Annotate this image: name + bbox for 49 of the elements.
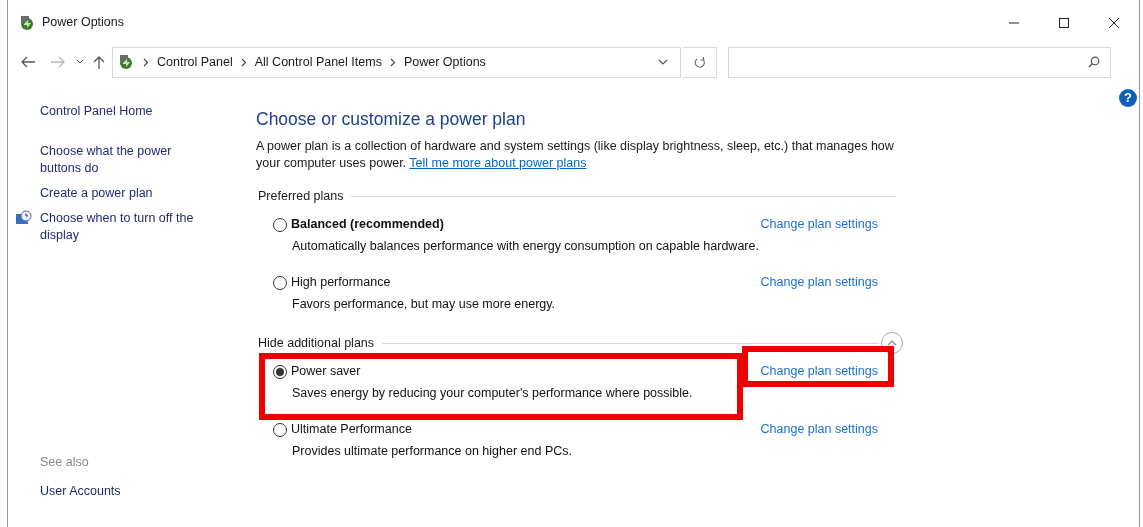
sidebar-link[interactable]: Control Panel Home (40, 103, 198, 120)
section-heading: Preferred plans (257, 187, 345, 205)
plan-name: Ultimate Performance (291, 421, 413, 439)
refresh-icon (693, 55, 706, 69)
plan-name: Power saver (291, 363, 362, 381)
sidebar-link[interactable]: Create a power plan (40, 185, 198, 202)
radio-button[interactable] (273, 275, 287, 290)
radio-button[interactable] (273, 422, 287, 437)
breadcrumb-item[interactable]: Control Panel (157, 52, 233, 72)
chevron-down-icon[interactable] (76, 59, 84, 65)
chevron-up-icon (887, 340, 897, 346)
radio-button[interactable] (273, 364, 287, 379)
maximize-icon[interactable] (1058, 16, 1070, 29)
power-options-icon (18, 13, 36, 32)
chevron-right-icon[interactable] (143, 57, 149, 67)
back-arrow-icon[interactable] (20, 55, 36, 69)
learn-more-link[interactable]: Tell me more about power plans (409, 156, 587, 170)
plan-name: High performance (291, 274, 392, 292)
change-plan-settings-link[interactable]: Change plan settings (760, 362, 878, 381)
breadcrumb-item[interactable]: Power Options (403, 52, 486, 72)
chevron-down-icon[interactable] (658, 59, 668, 65)
chevron-right-icon[interactable] (240, 57, 247, 67)
sidebar-link[interactable]: Choose when to turn off the display (40, 210, 198, 244)
breadcrumb-item[interactable]: All Control Panel Items (254, 52, 382, 72)
sidebar-link[interactable]: User Accounts (40, 481, 121, 501)
close-icon[interactable] (1108, 16, 1120, 29)
address-bar[interactable]: Control Panel All Control Panel Items Power Options (112, 46, 681, 78)
plan-description: Saves energy by reducing your computer's performance where possible. (292, 385, 693, 402)
plan-description: Favors performance, but may use more energy. (292, 296, 556, 313)
plan-description: Automatically balances performance with energy consumption on capable hardware. (292, 238, 759, 255)
chevron-right-icon[interactable] (389, 57, 396, 67)
power-options-icon (117, 53, 135, 71)
intro-text: A power plan is a collection of hardware and system settings (like display brightness, sleep, etc.) that manages how your computer uses power. Tell me more about power plans (256, 138, 895, 172)
help-button[interactable]: ? (1119, 89, 1137, 107)
section-heading: Hide additional plans (257, 334, 376, 352)
plan-name: Balanced (recommended) (291, 216, 445, 234)
window-title: Power Options (42, 14, 124, 32)
change-plan-settings-link[interactable]: Change plan settings (760, 420, 878, 439)
radio-button[interactable] (273, 217, 287, 232)
up-arrow-icon[interactable] (92, 54, 106, 70)
change-plan-settings-link[interactable]: Change plan settings (760, 215, 878, 234)
page-title: Choose or customize a power plan (256, 108, 527, 130)
change-plan-settings-link[interactable]: Change plan settings (760, 273, 878, 292)
sidebar-link[interactable]: Choose what the power buttons do (40, 143, 198, 177)
search-field[interactable] (728, 46, 1111, 78)
search-icon (1088, 56, 1100, 68)
refresh-button[interactable] (683, 46, 717, 78)
plan-description: Provides ultimate performance on higher end PCs. (292, 443, 572, 460)
section-heading: See also (40, 454, 90, 471)
